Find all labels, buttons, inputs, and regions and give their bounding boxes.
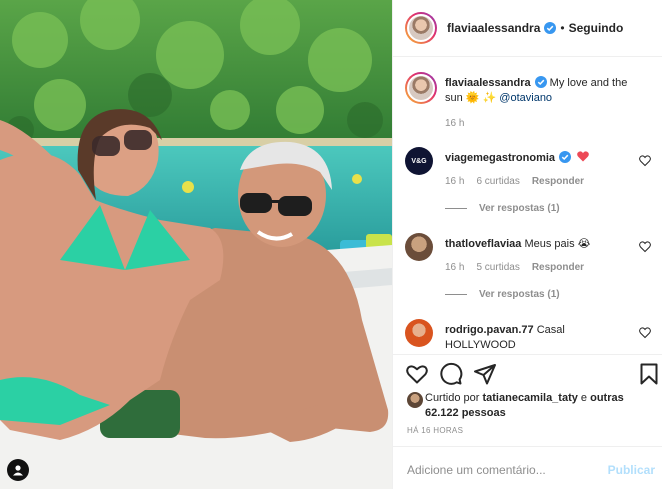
verified-icon (544, 22, 557, 34)
commenter-username[interactable]: rodrigo.pavan.77 (445, 324, 534, 336)
header-separator: • (560, 21, 565, 35)
verified-icon (534, 76, 547, 88)
post-timestamp[interactable]: HÁ 16 HORAS (407, 426, 463, 435)
comments-section[interactable]: flaviaalessandra My love and the sun 🌞 ✨… (393, 57, 662, 354)
reply-button[interactable]: Responder (532, 176, 584, 187)
following-button[interactable]: Seguindo (569, 21, 624, 35)
comment-meta: 16 h 6 curtidas Responder (445, 176, 596, 187)
comment-input[interactable]: Adicione um comentário... (407, 463, 546, 477)
heart-icon[interactable] (405, 362, 429, 386)
post-header: flaviaalessandra • Seguindo (393, 0, 662, 57)
publish-button[interactable]: Publicar (608, 463, 655, 477)
caption-time: 16 h (445, 118, 465, 129)
post-photo[interactable] (0, 0, 392, 489)
comment-item: thatloveflaviaa Meus pais 😭 16 h 5 curtid… (405, 233, 655, 313)
comment-meta: 16 h 5 curtidas Responder (445, 262, 596, 273)
red-heart-emoji-icon (577, 151, 589, 162)
comment-like-heart-icon[interactable] (639, 155, 651, 167)
commenter-avatar[interactable]: V&G (405, 147, 433, 175)
comment-text: viagemegastronomia (445, 151, 633, 166)
comment-time: 16 h (445, 176, 465, 187)
comment-item: V&G viagemegastronomia 16 h 6 curtidas Res… (405, 147, 655, 227)
photo-illustration (0, 0, 392, 489)
user-tag-icon[interactable] (7, 459, 29, 481)
comment-like-heart-icon[interactable] (639, 241, 651, 253)
bookmark-icon[interactable] (637, 362, 661, 386)
post-side-panel: flaviaalessandra • Seguindo flaviaalessa… (392, 0, 662, 489)
verified-icon (559, 151, 572, 163)
reply-button[interactable]: Responder (532, 262, 584, 273)
caption-mention[interactable]: @otaviano (499, 92, 552, 104)
liker-username[interactable]: tatianecamila_taty (482, 392, 577, 404)
liker-avatar[interactable] (407, 392, 423, 408)
commenter-username[interactable]: viagemegastronomia (445, 152, 555, 164)
commenter-avatar[interactable] (405, 319, 433, 347)
commenter-avatar[interactable] (405, 233, 433, 261)
caption-avatar[interactable] (405, 72, 437, 104)
action-bar (393, 356, 662, 392)
author-username[interactable]: flaviaalessandra (447, 21, 540, 35)
caption-username[interactable]: flaviaalessandra (445, 77, 531, 89)
commenter-username[interactable]: thatloveflaviaa (445, 238, 521, 250)
share-icon[interactable] (473, 362, 497, 386)
likes-summary: Curtido por tatianecamila_taty e outras … (407, 391, 657, 421)
comment-like-heart-icon[interactable] (639, 327, 651, 339)
caption-row: flaviaalessandra My love and the sun 🌞 ✨… (405, 72, 655, 142)
comment-icon[interactable] (439, 362, 463, 386)
view-replies-button[interactable]: Ver respostas (1) (445, 203, 560, 214)
divider (393, 354, 662, 355)
comment-text: rodrigo.pavan.77 Casal HOLLYWOOD (445, 324, 565, 351)
add-comment-bar: Adicione um comentário... Publicar (393, 446, 662, 489)
comment-likes[interactable]: 5 curtidas (476, 262, 519, 273)
author-avatar[interactable] (405, 12, 437, 44)
comment-likes[interactable]: 6 curtidas (476, 176, 519, 187)
view-replies-button[interactable]: Ver respostas (1) (445, 289, 560, 300)
comment-item: rodrigo.pavan.77 Casal HOLLYWOOD (405, 319, 655, 354)
comment-time: 16 h (445, 262, 465, 273)
comment-text: thatloveflaviaa Meus pais 😭 (445, 238, 591, 250)
caption-text: flaviaalessandra My love and the sun 🌞 ✨… (445, 76, 633, 106)
